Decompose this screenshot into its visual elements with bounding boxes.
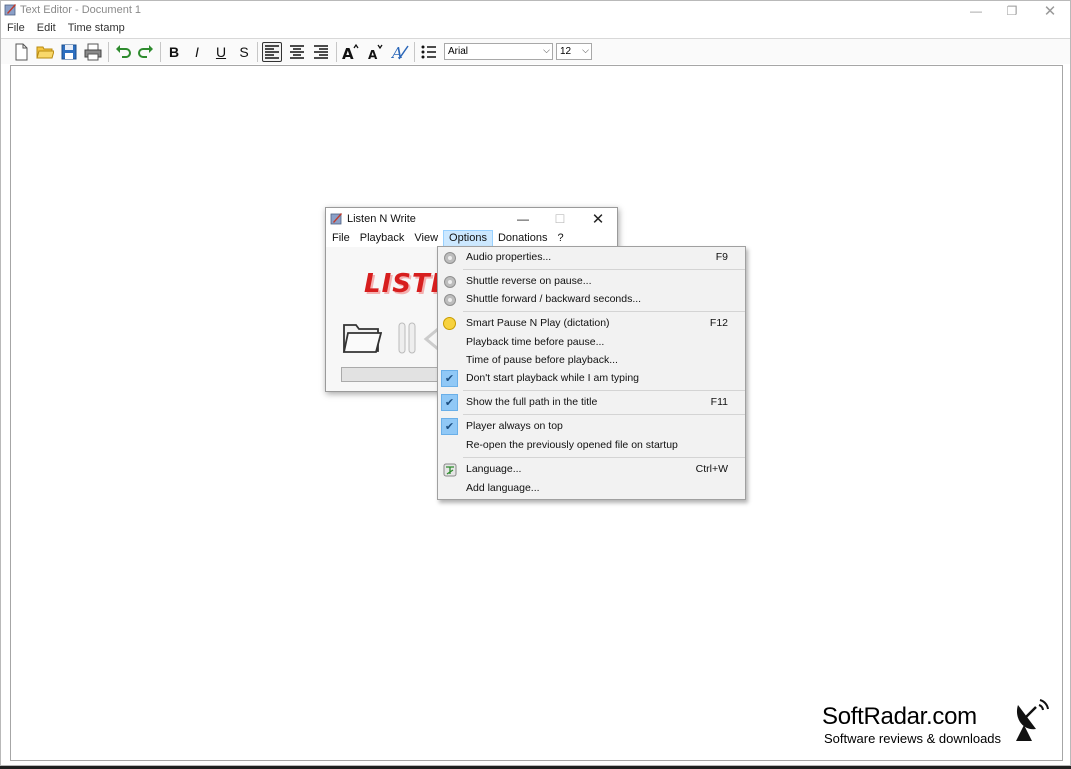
- printer-icon: [84, 43, 102, 61]
- open-folder-icon[interactable]: [342, 319, 382, 355]
- svg-text:A: A: [368, 48, 378, 61]
- menu-item-smart-pause[interactable]: Smart Pause N Play (dictation) F12: [438, 314, 745, 333]
- new-document-icon: [15, 43, 28, 61]
- language-icon: [441, 461, 458, 478]
- undo-button[interactable]: [113, 42, 133, 62]
- font-color-icon: A: [391, 44, 409, 61]
- align-right-button[interactable]: [311, 42, 331, 62]
- popup-menu-options[interactable]: Options: [443, 230, 493, 247]
- popup-menu-view[interactable]: View: [409, 230, 443, 247]
- popup-menu-donations[interactable]: Donations: [493, 230, 553, 247]
- pause-icon[interactable]: [398, 322, 416, 354]
- new-document-button[interactable]: [11, 42, 31, 62]
- redo-icon: [138, 45, 153, 58]
- undo-icon: [116, 45, 131, 58]
- menu-item-language[interactable]: Language... Ctrl+W: [438, 460, 745, 479]
- save-button[interactable]: [59, 42, 79, 62]
- align-right-icon: [314, 45, 328, 59]
- main-menubar: File Edit Time stamp: [1, 20, 1070, 37]
- chevron-down-icon: ⌵: [582, 45, 589, 55]
- menu-file[interactable]: File: [1, 20, 31, 37]
- minimize-button[interactable]: —: [958, 1, 994, 20]
- title-bar: Text Editor - Document 1 — ❐ ✕: [1, 1, 1070, 20]
- svg-text:A: A: [342, 45, 354, 61]
- popup-menu-file[interactable]: File: [327, 230, 355, 247]
- chevron-down-icon: ⌵: [543, 45, 550, 55]
- playback-progress-bar[interactable]: [341, 367, 441, 382]
- gear-icon: [441, 291, 458, 308]
- menu-item-shuttle-reverse[interactable]: Shuttle reverse on pause...: [438, 272, 745, 291]
- svg-text:A: A: [391, 44, 403, 61]
- popup-close-button[interactable]: ✕: [583, 210, 613, 228]
- align-center-button[interactable]: [287, 42, 307, 62]
- font-shrink-icon: A: [368, 44, 383, 61]
- menu-item-shuttle-forward[interactable]: Shuttle forward / backward seconds...: [438, 290, 745, 309]
- gear-icon: [441, 249, 458, 266]
- strikethrough-button[interactable]: S: [234, 42, 254, 62]
- font-name-select[interactable]: Arial ⌵: [444, 43, 553, 60]
- font-style-button[interactable]: A: [390, 42, 410, 62]
- popup-menu-playback[interactable]: Playback: [355, 230, 410, 247]
- popup-menu-help[interactable]: ?: [553, 230, 569, 247]
- watermark-title: SoftRadar.com: [822, 703, 977, 730]
- menu-item-playback-time[interactable]: Playback time before pause...: [438, 333, 745, 352]
- softradar-watermark: SoftRadar.com Software reviews & downloa…: [822, 699, 1052, 748]
- font-grow-icon: A: [342, 43, 359, 61]
- popup-maximize-button[interactable]: ☐: [545, 210, 575, 228]
- options-dropdown-menu: Audio properties... F9 Shuttle reverse o…: [437, 246, 746, 500]
- menu-item-reopen-file[interactable]: Re-open the previously opened file on st…: [438, 436, 745, 455]
- bold-button[interactable]: B: [164, 42, 184, 62]
- check-icon: ✔: [441, 418, 458, 435]
- save-icon: [61, 44, 77, 60]
- align-left-icon: [265, 45, 279, 59]
- align-left-button[interactable]: [262, 42, 282, 62]
- menu-item-add-language[interactable]: Add language...: [438, 479, 745, 498]
- grow-font-button[interactable]: A: [340, 42, 360, 62]
- italic-button[interactable]: I: [187, 42, 207, 62]
- menu-edit[interactable]: Edit: [31, 20, 62, 37]
- open-folder-icon: [36, 46, 54, 59]
- popup-minimize-button[interactable]: —: [508, 210, 538, 228]
- font-size-select[interactable]: 12 ⌵: [556, 43, 592, 60]
- align-center-icon: [290, 45, 304, 59]
- toolbar: B I U S A A A Arial ⌵ 12 ⌵: [1, 38, 1070, 64]
- menu-item-always-on-top[interactable]: ✔ Player always on top: [438, 417, 745, 436]
- menu-item-audio-properties[interactable]: Audio properties... F9: [438, 248, 745, 267]
- restore-button[interactable]: ❐: [994, 1, 1030, 20]
- menu-time-stamp[interactable]: Time stamp: [62, 20, 131, 37]
- gear-icon: [441, 273, 458, 290]
- popup-window-title: Listen N Write: [347, 213, 416, 225]
- menu-item-pause-time[interactable]: Time of pause before playback...: [438, 351, 745, 370]
- check-icon: ✔: [441, 394, 458, 411]
- popup-menubar: File Playback View Options Donations ?: [326, 230, 617, 247]
- open-button[interactable]: [35, 42, 55, 62]
- smiley-icon: [441, 315, 458, 332]
- popup-title-bar: Listen N Write — ☐ ✕: [326, 208, 617, 230]
- menu-item-no-playback-typing[interactable]: ✔ Don't start playback while I am typing: [438, 369, 745, 388]
- app-icon: [4, 4, 16, 16]
- check-icon: ✔: [441, 370, 458, 387]
- satellite-dish-icon: [1016, 699, 1049, 741]
- print-button[interactable]: [83, 42, 103, 62]
- underline-button[interactable]: U: [211, 42, 231, 62]
- bullet-list-icon: [421, 45, 436, 59]
- menu-item-full-path[interactable]: ✔ Show the full path in the title F11: [438, 393, 745, 412]
- close-button[interactable]: ✕: [1032, 1, 1068, 20]
- redo-button[interactable]: [136, 42, 156, 62]
- window-title: Text Editor - Document 1: [20, 4, 142, 16]
- shrink-font-button[interactable]: A: [365, 42, 385, 62]
- app-icon: [330, 213, 342, 225]
- bullet-list-button[interactable]: [419, 42, 439, 62]
- watermark-subtitle: Software reviews & downloads: [824, 731, 1002, 746]
